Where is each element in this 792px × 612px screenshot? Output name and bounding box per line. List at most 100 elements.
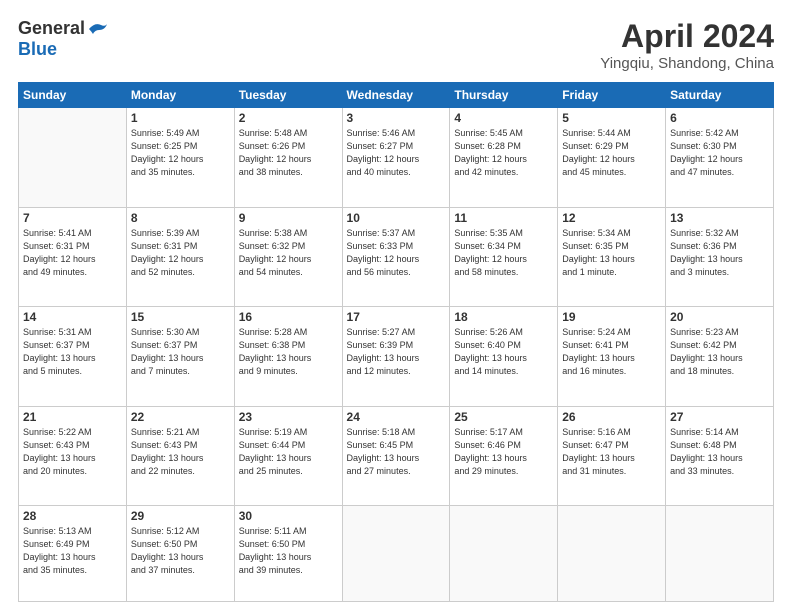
day-info: Sunrise: 5:42 AM Sunset: 6:30 PM Dayligh…	[670, 127, 769, 179]
logo-text: General	[18, 18, 109, 39]
day-number: 13	[670, 211, 769, 225]
calendar-cell: 5Sunrise: 5:44 AM Sunset: 6:29 PM Daylig…	[558, 108, 666, 208]
calendar-cell: 23 Sunrise: 5:19 AM Sunset: 6:44 PM Dayli…	[234, 406, 342, 506]
calendar-cell: 24 Sunrise: 5:18 AM Sunset: 6:45 PM Dayli…	[342, 406, 450, 506]
calendar-cell: 20Sunrise: 5:23 AM Sunset: 6:42 PM Dayli…	[666, 307, 774, 407]
day-info: Sunrise: 5:32 AM Sunset: 6:36 PM Dayligh…	[670, 227, 769, 279]
calendar-cell: 30 Sunrise: 5:11 AM Sunset: 6:50 PM Dayli…	[234, 506, 342, 602]
day-info: Sunrise: 5:37 AM Sunset: 6:33 PM Dayligh…	[347, 227, 446, 279]
day-info: Sunrise: 5:16 AM Sunset: 6:47 PM Dayligh…	[562, 426, 661, 478]
day-info: Sunrise: 5:30 AM Sunset: 6:37 PM Dayligh…	[131, 326, 230, 378]
calendar-cell: 7 Sunrise: 5:41 AM Sunset: 6:31 PM Daylig…	[19, 207, 127, 307]
calendar-cell: 28 Sunrise: 5:13 AM Sunset: 6:49 PM Dayli…	[19, 506, 127, 602]
day-info: Sunrise: 5:14 AM Sunset: 6:48 PM Dayligh…	[670, 426, 769, 478]
calendar-week-row: 28 Sunrise: 5:13 AM Sunset: 6:49 PM Dayli…	[19, 506, 774, 602]
calendar-cell: 13 Sunrise: 5:32 AM Sunset: 6:36 PM Dayli…	[666, 207, 774, 307]
day-info: Sunrise: 5:41 AM Sunset: 6:31 PM Dayligh…	[23, 227, 122, 279]
day-info: Sunrise: 5:39 AM Sunset: 6:31 PM Dayligh…	[131, 227, 230, 279]
logo-general2: Blue	[18, 39, 57, 60]
calendar-cell: 19 Sunrise: 5:24 AM Sunset: 6:41 PM Dayli…	[558, 307, 666, 407]
weekday-header-tuesday: Tuesday	[234, 83, 342, 108]
calendar-cell: 29 Sunrise: 5:12 AM Sunset: 6:50 PM Dayli…	[126, 506, 234, 602]
day-number: 7	[23, 211, 122, 225]
day-info: Sunrise: 5:48 AM Sunset: 6:26 PM Dayligh…	[239, 127, 338, 179]
calendar-cell: 26 Sunrise: 5:16 AM Sunset: 6:47 PM Dayli…	[558, 406, 666, 506]
weekday-header-wednesday: Wednesday	[342, 83, 450, 108]
calendar-cell: 17 Sunrise: 5:27 AM Sunset: 6:39 PM Dayli…	[342, 307, 450, 407]
day-info: Sunrise: 5:22 AM Sunset: 6:43 PM Dayligh…	[23, 426, 122, 478]
calendar-cell: 9 Sunrise: 5:38 AM Sunset: 6:32 PM Daylig…	[234, 207, 342, 307]
day-number: 3	[347, 111, 446, 125]
calendar-cell: 21 Sunrise: 5:22 AM Sunset: 6:43 PM Dayli…	[19, 406, 127, 506]
day-info: Sunrise: 5:31 AM Sunset: 6:37 PM Dayligh…	[23, 326, 122, 378]
day-info: Sunrise: 5:49 AM Sunset: 6:25 PM Dayligh…	[131, 127, 230, 179]
calendar-table: SundayMondayTuesdayWednesdayThursdayFrid…	[18, 82, 774, 602]
day-info: Sunrise: 5:26 AM Sunset: 6:40 PM Dayligh…	[454, 326, 553, 378]
calendar-cell: 3 Sunrise: 5:46 AM Sunset: 6:27 PM Daylig…	[342, 108, 450, 208]
calendar-week-row: 1Sunrise: 5:49 AM Sunset: 6:25 PM Daylig…	[19, 108, 774, 208]
day-number: 21	[23, 410, 122, 424]
day-number: 26	[562, 410, 661, 424]
day-info: Sunrise: 5:44 AM Sunset: 6:29 PM Dayligh…	[562, 127, 661, 179]
weekday-header-saturday: Saturday	[666, 83, 774, 108]
weekday-header-sunday: Sunday	[19, 83, 127, 108]
day-info: Sunrise: 5:28 AM Sunset: 6:38 PM Dayligh…	[239, 326, 338, 378]
day-number: 2	[239, 111, 338, 125]
day-info: Sunrise: 5:46 AM Sunset: 6:27 PM Dayligh…	[347, 127, 446, 179]
calendar-cell: 15 Sunrise: 5:30 AM Sunset: 6:37 PM Dayli…	[126, 307, 234, 407]
day-info: Sunrise: 5:24 AM Sunset: 6:41 PM Dayligh…	[562, 326, 661, 378]
day-number: 28	[23, 509, 122, 523]
calendar-cell: 6Sunrise: 5:42 AM Sunset: 6:30 PM Daylig…	[666, 108, 774, 208]
day-info: Sunrise: 5:19 AM Sunset: 6:44 PM Dayligh…	[239, 426, 338, 478]
day-number: 27	[670, 410, 769, 424]
logo-bird-icon	[87, 20, 109, 38]
calendar-cell: 18 Sunrise: 5:26 AM Sunset: 6:40 PM Dayli…	[450, 307, 558, 407]
calendar-cell: 4Sunrise: 5:45 AM Sunset: 6:28 PM Daylig…	[450, 108, 558, 208]
day-number: 12	[562, 211, 661, 225]
day-info: Sunrise: 5:34 AM Sunset: 6:35 PM Dayligh…	[562, 227, 661, 279]
calendar-cell: 16Sunrise: 5:28 AM Sunset: 6:38 PM Dayli…	[234, 307, 342, 407]
day-info: Sunrise: 5:12 AM Sunset: 6:50 PM Dayligh…	[131, 525, 230, 577]
day-number: 8	[131, 211, 230, 225]
day-info: Sunrise: 5:23 AM Sunset: 6:42 PM Dayligh…	[670, 326, 769, 378]
weekday-header-friday: Friday	[558, 83, 666, 108]
calendar-cell: 22Sunrise: 5:21 AM Sunset: 6:43 PM Dayli…	[126, 406, 234, 506]
calendar-header-row: SundayMondayTuesdayWednesdayThursdayFrid…	[19, 83, 774, 108]
day-info: Sunrise: 5:13 AM Sunset: 6:49 PM Dayligh…	[23, 525, 122, 577]
day-number: 25	[454, 410, 553, 424]
logo-general: General	[18, 18, 85, 39]
day-info: Sunrise: 5:11 AM Sunset: 6:50 PM Dayligh…	[239, 525, 338, 577]
calendar-cell: 27 Sunrise: 5:14 AM Sunset: 6:48 PM Dayli…	[666, 406, 774, 506]
day-number: 14	[23, 310, 122, 324]
subtitle: Yingqiu, Shandong, China	[600, 55, 774, 72]
day-info: Sunrise: 5:17 AM Sunset: 6:46 PM Dayligh…	[454, 426, 553, 478]
day-number: 18	[454, 310, 553, 324]
calendar-week-row: 21 Sunrise: 5:22 AM Sunset: 6:43 PM Dayli…	[19, 406, 774, 506]
weekday-header-thursday: Thursday	[450, 83, 558, 108]
calendar-cell	[558, 506, 666, 602]
day-number: 29	[131, 509, 230, 523]
calendar-cell: 11Sunrise: 5:35 AM Sunset: 6:34 PM Dayli…	[450, 207, 558, 307]
day-number: 17	[347, 310, 446, 324]
calendar-cell: 10Sunrise: 5:37 AM Sunset: 6:33 PM Dayli…	[342, 207, 450, 307]
calendar-cell	[450, 506, 558, 602]
day-number: 24	[347, 410, 446, 424]
calendar-week-row: 7 Sunrise: 5:41 AM Sunset: 6:31 PM Daylig…	[19, 207, 774, 307]
calendar-cell: 14 Sunrise: 5:31 AM Sunset: 6:37 PM Dayli…	[19, 307, 127, 407]
calendar-cell	[19, 108, 127, 208]
day-info: Sunrise: 5:21 AM Sunset: 6:43 PM Dayligh…	[131, 426, 230, 478]
title-block: April 2024 Yingqiu, Shandong, China	[600, 18, 774, 72]
calendar-cell	[342, 506, 450, 602]
weekday-header-monday: Monday	[126, 83, 234, 108]
day-number: 9	[239, 211, 338, 225]
page: General Blue April 2024 Yingqiu, Shandon…	[0, 0, 792, 612]
calendar-cell: 1Sunrise: 5:49 AM Sunset: 6:25 PM Daylig…	[126, 108, 234, 208]
day-number: 23	[239, 410, 338, 424]
day-number: 30	[239, 509, 338, 523]
day-number: 15	[131, 310, 230, 324]
day-number: 19	[562, 310, 661, 324]
logo: General Blue	[18, 18, 109, 60]
day-info: Sunrise: 5:18 AM Sunset: 6:45 PM Dayligh…	[347, 426, 446, 478]
day-info: Sunrise: 5:27 AM Sunset: 6:39 PM Dayligh…	[347, 326, 446, 378]
day-info: Sunrise: 5:38 AM Sunset: 6:32 PM Dayligh…	[239, 227, 338, 279]
